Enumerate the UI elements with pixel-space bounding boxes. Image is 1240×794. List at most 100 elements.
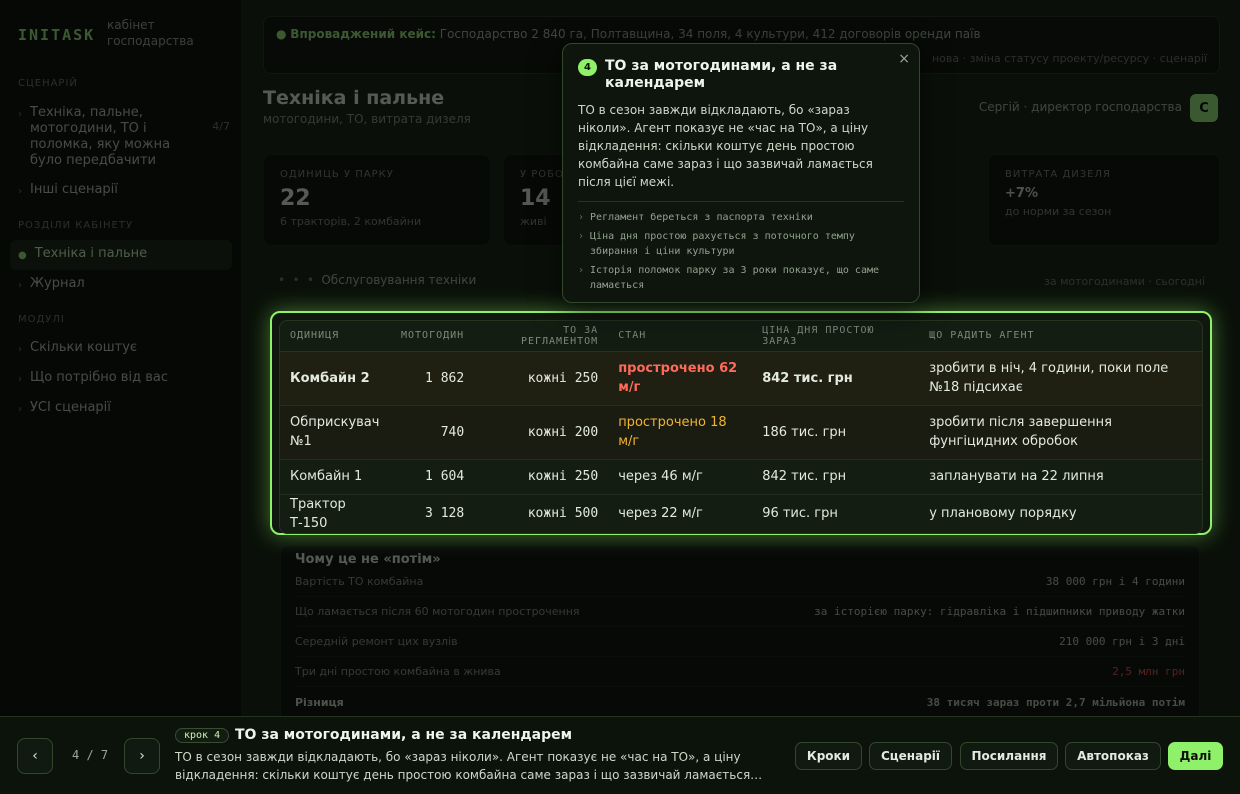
cell-downtime-cost: 186 тис. грн (752, 405, 920, 460)
chevron-right-icon: › (578, 231, 585, 242)
highlighted-maintenance-table: ОДИНИЦЯ МОТОГОДИН ТО ЗА РЕГЛАМЕНТОМ СТАН… (270, 311, 1212, 535)
cell-status: через 46 м/г (608, 459, 753, 495)
cell-advice: у плановому порядку (929, 506, 1077, 521)
chevron-right-icon: › (18, 186, 22, 197)
chevron-right-icon: › (578, 265, 585, 276)
banner-right: нова · зміна статусу проекту/ресурсу · с… (931, 52, 1207, 65)
next-step-arrow-button[interactable]: › (124, 738, 160, 774)
sidebar-item-label: Техніка і пальне (34, 246, 148, 261)
popover-note: › Ціна дня простою рахується з поточного … (578, 229, 904, 259)
table-row[interactable]: Комбайн 2 1 862 кожні 250 прострочено 62… (280, 351, 1202, 406)
cell-downtime-cost: 842 тис. грн (752, 459, 920, 495)
sidebar-section-modules: МОДУЛІ (18, 314, 65, 325)
kpi-label: ВИТРАТА ДИЗЕЛЯ (1005, 169, 1111, 180)
chevron-right-icon: › (18, 344, 22, 355)
cell-status: через 22 м/г (618, 506, 703, 521)
note-text: Ціна дня простою рахується з поточного т… (590, 231, 855, 257)
column-header: СТАН (608, 321, 753, 352)
next-button[interactable]: Далі (1168, 742, 1223, 770)
sidebar-item-module[interactable]: › Скільки коштує (18, 340, 230, 358)
cell-hours: 740 (391, 405, 475, 460)
chevron-right-icon: › (18, 374, 22, 385)
popover-note: › Історія поломок парку за 3 роки показує… (578, 263, 904, 293)
table-row[interactable]: Комбайн 1 1 604 кожні 250 через 46 м/г 8… (280, 459, 1202, 495)
why-value: за історією парку: гідравліка і підшипни… (814, 605, 1185, 618)
why-label: Різниця (295, 695, 344, 709)
why-value: 210 000 грн і 3 дні (1059, 635, 1185, 648)
sidebar-section-scenario: СЦЕНАРІЙ (18, 78, 78, 89)
section-marker-icon: • • • (278, 273, 322, 287)
why-row: Що ламається після 60 мотогодин простроч… (295, 597, 1185, 627)
why-row: Три дні простою комбайна в жнива 2,5 млн … (295, 657, 1185, 687)
column-header: ОДИНИЦЯ (280, 321, 391, 352)
column-header: ЩО РАДИТЬ АГЕНТ (919, 321, 1202, 352)
column-header: МОТОГОДИН (391, 321, 475, 352)
kpi-label: ОДИНИЦЬ У ПАРКУ (280, 169, 394, 180)
column-header: ЦІНА ДНЯ ПРОСТОЮ ЗАРАЗ (752, 321, 920, 352)
logo: INITASK (18, 26, 96, 44)
steps-button[interactable]: Кроки (795, 742, 862, 770)
kpi-value: 22 (280, 186, 311, 211)
why-title: Чому це не «потім» (295, 552, 441, 567)
note-text: Історія поломок парку за 3 роки показує,… (590, 265, 880, 291)
avatar[interactable]: С (1190, 94, 1218, 122)
cell-unit: Комбайн 2 (280, 351, 391, 406)
popover-title: ТО за мотогодинами, а не за календарем (605, 58, 838, 91)
column-header: ТО ЗА РЕГЛАМЕНТОМ (474, 321, 609, 352)
why-row: Різниця 38 тисяч зараз проти 2,7 мільйона… (295, 687, 1185, 717)
sidebar-item-module[interactable]: › УСІ сценарії (18, 400, 230, 418)
close-icon[interactable]: × (898, 51, 910, 67)
table-row[interactable]: Трактор Т-150 3 128 кожні 500 через 22 м… (280, 494, 1202, 533)
logo-subtitle: кабінет господарства (107, 18, 194, 48)
page-title: Техніка і пальне (263, 87, 445, 109)
table-row[interactable]: Обприскувач №1 740 кожні 200 прострочено… (280, 405, 1202, 460)
cell-regulation: кожні 200 (474, 405, 609, 460)
step-number-badge: 4 (578, 59, 597, 76)
links-button[interactable]: Посилання (960, 742, 1058, 770)
sidebar-item-label: Що потрібно від вас (30, 370, 168, 385)
cell-regulation: кожні 250 (474, 459, 609, 495)
cell-status: прострочено 18 м/г (608, 405, 753, 460)
cell-advice: зробити в ніч, 4 години, поки поле №18 п… (919, 351, 1202, 406)
section-title: • • • Обслуговування техніки (278, 273, 476, 287)
chevron-right-icon: › (139, 748, 145, 764)
step-badge: крок 4 (175, 728, 230, 743)
sidebar-section-cabinet: РОЗДІЛИ КАБІНЕТУ (18, 220, 134, 231)
tour-popover: × 4 ТО за мотогодинами, а не за календар… (562, 43, 920, 303)
maintenance-table: ОДИНИЦЯ МОТОГОДИН ТО ЗА РЕГЛАМЕНТОМ СТАН… (279, 320, 1203, 534)
why-label: Три дні простою комбайна в жнива (295, 665, 501, 678)
sidebar-item-machinery[interactable]: ● Техніка і пальне (10, 240, 232, 270)
why-value: 38 тисяч зараз проти 2,7 мільйона потім (926, 695, 1185, 709)
step-title: ТО за мотогодинами, а не за календарем (235, 727, 573, 743)
sidebar-item-current-scenario[interactable]: › Техніка, пальне, мотогодини, ТО і поло… (18, 105, 230, 169)
cell-downtime-cost: 96 тис. грн (762, 506, 838, 521)
popover-header: 4 ТО за мотогодинами, а не за календарем (578, 58, 904, 92)
scenarios-button[interactable]: Сценарії (869, 742, 952, 770)
cell-unit: Трактор Т-150 (290, 496, 346, 531)
sidebar-item-other-scenarios[interactable]: › Інші сценарії (18, 182, 230, 200)
banner-text: ● Впроваджений кейс: Господарство 2 840 … (276, 27, 981, 41)
autoplay-button[interactable]: Автопоказ (1065, 742, 1161, 770)
why-row: Середній ремонт цих вузлів 210 000 грн і … (295, 627, 1185, 657)
cell-advice: запланувати на 22 липня (919, 459, 1202, 495)
cell-hours: 3 128 (425, 506, 465, 521)
why-row: Вартість ТО комбайна 38 000 грн і 4 годин… (295, 567, 1185, 597)
chevron-left-icon: ‹ (32, 748, 38, 764)
cell-hours: 1 862 (391, 351, 475, 406)
kpi-sub: до норми за сезон (1005, 205, 1112, 218)
bullet-icon: ● (18, 250, 27, 261)
table-header-row: ОДИНИЦЯ МОТОГОДИН ТО ЗА РЕГЛАМЕНТОМ СТАН… (280, 321, 1202, 352)
sidebar-item-label: Техніка, пальне, мотогодини, ТО і поломк… (30, 105, 171, 168)
step-description: ТО в сезон завжди відкладають, бо «зараз… (175, 750, 763, 782)
cell-hours: 1 604 (391, 459, 475, 495)
why-panel: Чому це не «потім» Вартість ТО комбайна 3… (280, 545, 1200, 725)
cell-regulation: кожні 500 (527, 506, 599, 521)
kpi-card: ОДИНИЦЬ У ПАРКУ 22 6 тракторів, 2 комбай… (263, 154, 491, 246)
sidebar-item-journal[interactable]: › Журнал (18, 276, 230, 294)
cell-regulation: кожні 250 (474, 351, 609, 406)
cell-downtime-cost: 842 тис. грн (752, 351, 920, 406)
bullet-icon: ● (276, 27, 291, 41)
prev-step-button[interactable]: ‹ (17, 738, 53, 774)
sidebar-item-module[interactable]: › Що потрібно від вас (18, 370, 230, 388)
section-label: Обслуговування техніки (321, 273, 477, 287)
